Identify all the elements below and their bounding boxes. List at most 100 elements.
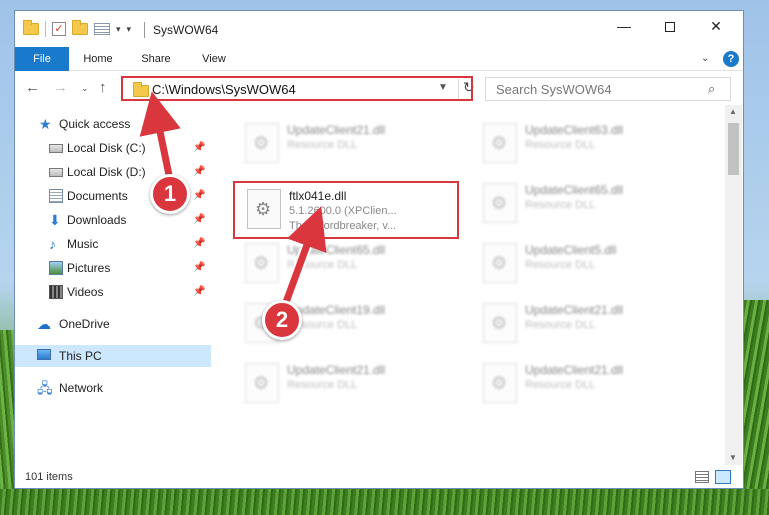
sidebar-item-network[interactable]: 🖧 Network [15, 377, 211, 399]
sidebar-item-label: Network [59, 381, 104, 395]
tab-view[interactable]: View [193, 47, 235, 71]
item-count: 101 items [25, 471, 73, 483]
computer-icon [37, 349, 51, 360]
file-name: UpdateClient21.dll [525, 303, 624, 317]
pin-icon[interactable]: 📌 [193, 257, 205, 279]
sidebar-item-downloads[interactable]: ⬇ Downloads 📌 [15, 209, 211, 231]
scrollbar-thumb[interactable] [728, 123, 739, 175]
scroll-down-icon[interactable]: ▼ [729, 453, 737, 462]
list-item[interactable]: UpdateClient63.dll Resource DLL [473, 117, 703, 169]
dll-file-icon [483, 363, 517, 403]
pin-icon[interactable]: 📌 [193, 161, 205, 183]
sidebar-item-pictures[interactable]: Pictures 📌 [15, 257, 211, 279]
star-icon: ★ [39, 116, 52, 132]
sidebar-item-local-disk-c[interactable]: Local Disk (C:) 📌 [15, 137, 211, 159]
documents-icon [49, 189, 63, 203]
step-1-marker: 1 [150, 174, 190, 214]
list-item[interactable]: UpdateClient65.dll Resource DLL [235, 237, 465, 289]
search-input[interactable]: Search SysWOW64 ⌕ [485, 77, 731, 101]
list-item[interactable]: UpdateClient21.dll Resource DLL [235, 357, 465, 409]
tab-share[interactable]: Share [135, 47, 177, 71]
file-type: Resource DLL [525, 379, 596, 391]
file-name: UpdateClient63.dll [525, 123, 624, 137]
up-button[interactable]: ↑ [99, 79, 107, 96]
pin-icon[interactable]: 📌 [193, 281, 205, 303]
file-type: Resource DLL [287, 139, 358, 151]
dll-file-icon [483, 243, 517, 283]
list-item[interactable]: UpdateClient21.dll Resource DLL [473, 357, 703, 409]
large-icons-view-icon[interactable] [715, 470, 731, 484]
sidebar-item-label: Downloads [67, 213, 127, 227]
background-grass-right [744, 300, 769, 515]
file-name: UpdateClient19.dll [287, 303, 386, 317]
title-bar: ✓ ▾ ▾ SysWOW64 — ✕ [15, 11, 743, 47]
file-name: UpdateClient21.dll [287, 123, 386, 137]
search-placeholder: Search SysWOW64 [496, 82, 612, 97]
pin-icon[interactable]: 📌 [193, 137, 205, 159]
sidebar-item-label: Local Disk (D:) [67, 165, 146, 179]
file-highlight-box [233, 181, 459, 239]
window-title: SysWOW64 [153, 23, 219, 37]
list-item[interactable]: UpdateClient5.dll Resource DLL [473, 237, 703, 289]
chevron-down-icon[interactable]: ▾ [116, 24, 121, 35]
file-type: Resource DLL [287, 379, 358, 391]
scroll-up-icon[interactable]: ▲ [729, 107, 737, 116]
navigation-bar: ← → ⌄ ↑ C:\Windows\SysWOW64 ▼ ↻ Search S… [15, 71, 743, 105]
sidebar-item-label: Local Disk (C:) [67, 141, 146, 155]
background-grass-left [0, 330, 14, 515]
videos-icon [49, 285, 63, 299]
details-view-icon[interactable] [695, 471, 709, 483]
address-highlight-box [121, 76, 473, 101]
help-icon[interactable]: ? [723, 51, 739, 67]
file-type: Resource DLL [525, 199, 596, 211]
sidebar-item-videos[interactable]: Videos 📌 [15, 281, 211, 303]
sidebar-item-label: Quick access [59, 117, 131, 131]
download-icon: ⬇ [49, 212, 61, 228]
recent-locations-button[interactable]: ⌄ [81, 83, 89, 94]
sidebar-item-onedrive[interactable]: ☁ OneDrive [15, 313, 211, 335]
tab-home[interactable]: Home [77, 47, 119, 71]
tab-file[interactable]: File [15, 47, 69, 71]
file-list: UpdateClient21.dll Resource DLL UpdateCl… [213, 105, 723, 465]
file-type: Resource DLL [525, 139, 596, 151]
background-grass [0, 489, 769, 515]
pictures-icon [49, 261, 63, 275]
expand-ribbon-icon[interactable]: ⌄ [701, 53, 709, 64]
close-button[interactable]: ✕ [693, 11, 739, 41]
pin-icon[interactable]: 📌 [193, 233, 205, 255]
sidebar-item-music[interactable]: ♪ Music 📌 [15, 233, 211, 255]
properties-icon[interactable] [94, 23, 110, 35]
vertical-scrollbar[interactable]: ▲ ▼ [725, 105, 742, 465]
sidebar-item-quick-access[interactable]: ★ Quick access [15, 113, 211, 135]
maximize-icon [665, 22, 675, 33]
sidebar-item-label: This PC [59, 349, 102, 363]
customize-toolbar-icon[interactable]: ▾ [127, 24, 132, 35]
forward-button[interactable]: → [53, 79, 68, 96]
list-item[interactable]: UpdateClient21.dll Resource DLL [235, 117, 465, 169]
properties-check-icon[interactable]: ✓ [52, 22, 66, 36]
music-icon: ♪ [49, 236, 56, 252]
explorer-window: ✓ ▾ ▾ SysWOW64 — ✕ File Home Share View … [14, 10, 744, 489]
sidebar-item-this-pc[interactable]: This PC [15, 345, 211, 367]
file-name: UpdateClient21.dll [287, 363, 386, 377]
dll-file-icon [245, 123, 279, 163]
sidebar-item-label: Videos [67, 285, 104, 299]
pin-icon[interactable]: 📌 [193, 209, 205, 231]
sidebar-item-label: Documents [67, 189, 128, 203]
pin-icon[interactable]: 📌 [193, 185, 205, 207]
maximize-button[interactable] [647, 11, 693, 41]
dll-file-icon [245, 243, 279, 283]
dll-file-icon [245, 363, 279, 403]
cloud-icon: ☁ [37, 316, 51, 332]
status-bar: 101 items [15, 467, 743, 488]
minimize-button[interactable]: — [601, 11, 647, 41]
list-item[interactable]: UpdateClient65.dll Resource DLL [473, 177, 703, 229]
sidebar-item-label: Music [67, 237, 99, 251]
back-button[interactable]: ← [25, 79, 40, 96]
step-2-marker: 2 [262, 300, 302, 340]
sidebar-item-label: Pictures [67, 261, 111, 275]
list-item[interactable]: UpdateClient21.dll Resource DLL [473, 297, 703, 349]
file-type: Resource DLL [287, 259, 358, 271]
search-icon[interactable]: ⌕ [708, 81, 715, 97]
new-folder-icon[interactable] [72, 20, 88, 35]
